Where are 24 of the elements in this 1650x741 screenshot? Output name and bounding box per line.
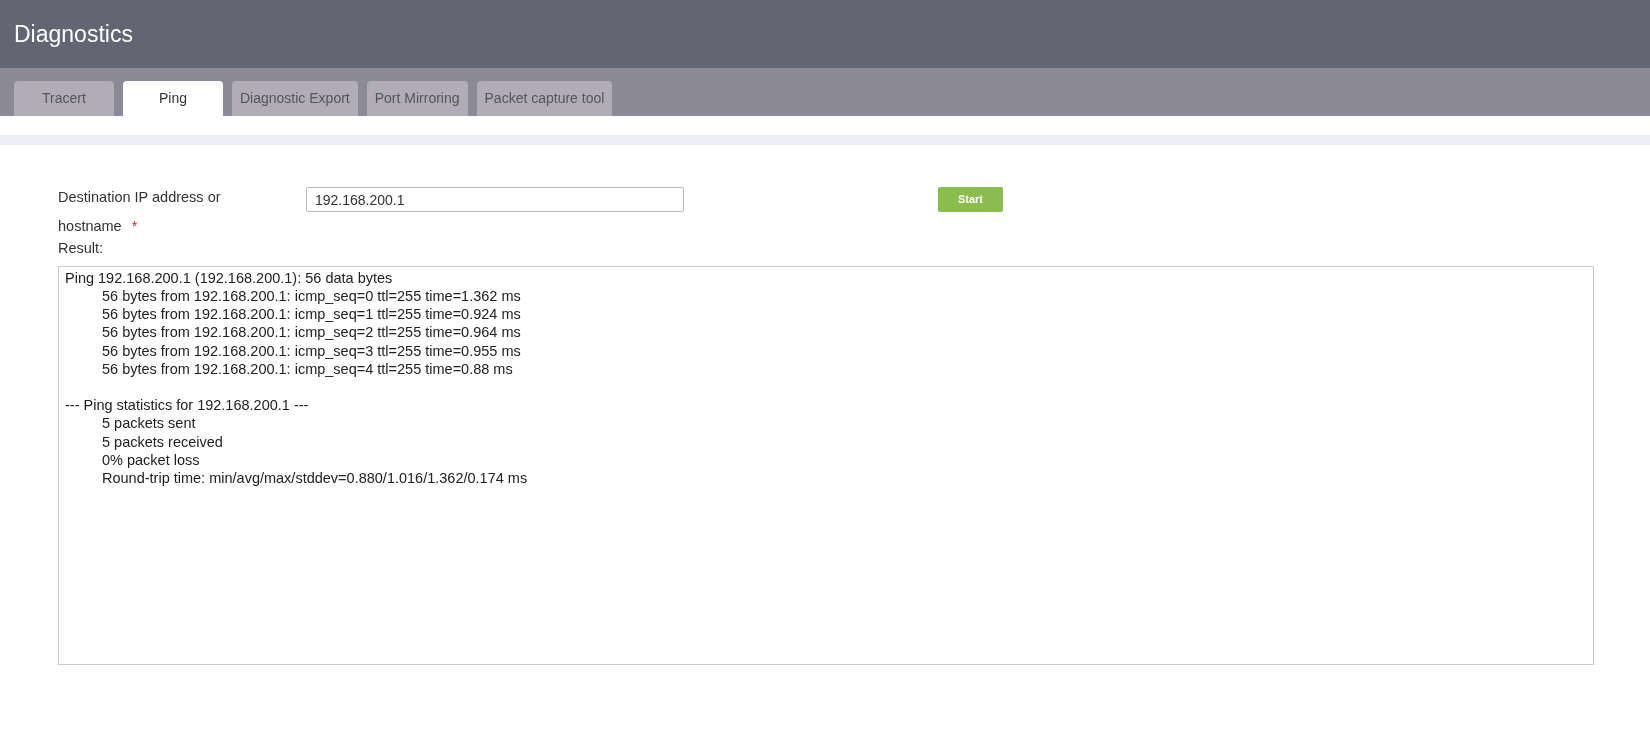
output-line: 5 packets received bbox=[102, 432, 223, 451]
result-label: Result: bbox=[58, 240, 104, 256]
start-button[interactable]: Start bbox=[938, 187, 1003, 212]
result-output[interactable] bbox=[58, 265, 1594, 665]
required-mark: * bbox=[131, 218, 138, 234]
input-field[interactable]: 192.168.200.1 bbox=[306, 187, 684, 212]
tab[interactable]: Packet capture tool bbox=[476, 81, 613, 116]
output-line: --- Ping statistics for 192.168.200.1 --- bbox=[65, 396, 309, 415]
tab[interactable]: Diagnostic Export bbox=[232, 81, 358, 116]
tab[interactable]: Ping bbox=[123, 81, 223, 116]
output-line: 56 bytes from 192.168.200.1: icmp_seq=2 ttl=255 time=0.964 ms bbox=[102, 323, 521, 342]
tab[interactable]: Port Mirroring bbox=[366, 81, 468, 116]
output-line: 5 packets sent bbox=[102, 414, 196, 433]
output-line: 56 bytes from 192.168.200.1: icmp_seq=0 ttl=255 time=1.362 ms bbox=[102, 286, 521, 306]
output-line: 56 bytes from 192.168.200.1: icmp_seq=3 ttl=255 time=0.955 ms bbox=[102, 341, 521, 360]
field-label: hostname bbox=[58, 218, 122, 234]
output-line: 56 bytes from 192.168.200.1: icmp_seq=1 ttl=255 time=0.924 ms bbox=[102, 305, 521, 324]
field-label: Destination IP address or bbox=[58, 189, 221, 205]
output-line: 56 bytes from 192.168.200.1: icmp_seq=4 ttl=255 time=0.88 ms bbox=[102, 359, 513, 378]
output-line: Round-trip time: min/avg/max/stddev=0.880/1.016/1.362/0.174 ms bbox=[102, 468, 528, 488]
output-line: Ping 192.168.200.1 (192.168.200.1): 56 data bytes bbox=[65, 268, 393, 287]
tab[interactable]: Tracert bbox=[14, 81, 114, 116]
page-title: Diagnostics bbox=[14, 19, 133, 49]
output-line: 0% packet loss bbox=[102, 450, 200, 469]
